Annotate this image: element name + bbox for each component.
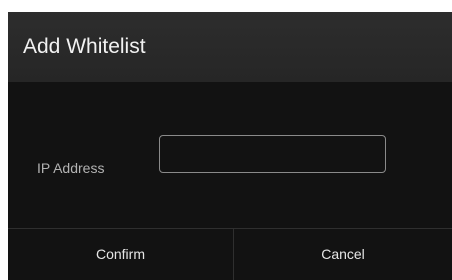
confirm-button[interactable]: Confirm (8, 229, 233, 280)
add-whitelist-dialog: Add Whitelist IP Address Confirm Cancel (8, 12, 452, 280)
cancel-button[interactable]: Cancel (234, 229, 452, 280)
dialog-body: IP Address (8, 82, 452, 228)
ip-address-label: IP Address (37, 160, 105, 176)
ip-address-input[interactable] (159, 135, 386, 173)
dialog-header: Add Whitelist (8, 12, 452, 82)
dialog-title: Add Whitelist (23, 35, 146, 58)
dialog-button-bar: Confirm Cancel (8, 228, 452, 280)
